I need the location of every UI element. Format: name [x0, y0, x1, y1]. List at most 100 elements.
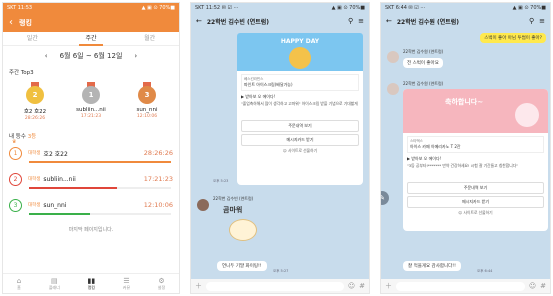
medal-icon: 3	[138, 86, 156, 104]
chat-title: 22학번 김수원 (연트럼)	[396, 18, 460, 26]
gift-character-icon	[289, 47, 311, 69]
chat-input-bar: ＋ ☺ #	[191, 279, 369, 293]
chat-title: 22학번 김수빈 (연트럼)	[206, 18, 270, 26]
study-time: 17:21:23	[143, 175, 173, 183]
status-right: ▲ ▣ ⊙ 70%■	[512, 5, 546, 11]
range-label: 6월 6일 ~ 6월 12일	[59, 52, 123, 60]
list-item[interactable]: ♛ 1 대학생 호2 호22 28:26:26	[3, 139, 179, 166]
study-time: 12:10:06	[143, 201, 173, 209]
sender-name: 22학번 김수빈 (연트럼)	[213, 196, 254, 201]
message-bubble[interactable]: 스벅이 좋아 아님 투썸이 좋아?	[480, 33, 546, 43]
medal-bronze: 3 sun_nni 12:10:06	[122, 82, 172, 128]
nav-home[interactable]: ⌂ 홈	[17, 277, 21, 291]
order-history-button[interactable]: 주문내역 보기	[407, 182, 544, 194]
rank-list: ♛ 1 대학생 호2 호22 28:26:26 2 대학생 subliin...…	[3, 139, 179, 218]
sticker-image: 곰마워	[215, 205, 275, 257]
nav-label: 홈	[17, 284, 21, 290]
nav-community[interactable]: ☰ 커뮤	[123, 277, 130, 291]
product-box: 베스킨라빈스 파인트 아이스크림(배달가능)	[241, 74, 359, 91]
nav-label: 플래너	[48, 284, 60, 290]
user-badge: 대학생	[28, 203, 41, 208]
hash-icon[interactable]: #	[359, 282, 365, 290]
status-bar: SKT 11:52 ✉ ☑ ··· ▲ ▣ ⊙ 70%■	[191, 3, 369, 13]
chat-header: ← 22학번 김수빈 (연트럼) ⚲ ≡	[191, 13, 369, 29]
gift-back-link[interactable]: ☺ 사이트로 선물하기	[237, 148, 363, 154]
gift-banner: 축하합니다~	[403, 89, 548, 133]
rabbit-sticker-icon	[515, 103, 539, 127]
medal-name: sun_nni	[136, 107, 158, 113]
progress-fill	[29, 161, 171, 163]
search-icon[interactable]: ⚲	[348, 17, 353, 25]
message-input[interactable]	[206, 281, 344, 291]
product-box: 스타벅스 아이스 카페 아메리카노 T 2잔	[407, 136, 544, 153]
chat-input-bar: ＋ ☺ #	[381, 279, 550, 293]
app-header: ‹ 랭킹	[3, 13, 179, 32]
nav-settings[interactable]: ⚙ 설정	[158, 277, 165, 291]
message-bubble[interactable]: 잘 먹을게요 감사합니다!!	[403, 261, 461, 271]
study-time: 28:26:26	[143, 149, 173, 157]
gift-card[interactable]: HAPPY DAY 베스킨라빈스 파인트 아이스크림(배달가능) ▶ 받아보 오…	[237, 33, 363, 185]
progress-bar	[29, 213, 171, 215]
plus-icon[interactable]: ＋	[385, 281, 392, 291]
avatar[interactable]	[387, 51, 399, 63]
next-week-icon[interactable]: ›	[134, 52, 137, 60]
community-icon: ☰	[123, 276, 130, 285]
prev-week-icon[interactable]: ‹	[45, 52, 48, 60]
sender-name: 22학번 김수원 (연트럼)	[403, 49, 444, 54]
page-title: 랭킹	[19, 18, 32, 27]
date-range: ‹ 6월 6일 ~ 6월 12일 ›	[3, 46, 179, 66]
message-bubble[interactable]: 전 스벅이 좋아요	[403, 58, 443, 68]
message-card-button[interactable]: 메시지카드 받기	[241, 134, 359, 146]
list-item[interactable]: 2 대학생 subliin...nii 17:21:23	[3, 166, 179, 192]
ranking-icon: ▮▮	[87, 276, 96, 285]
emoji-icon[interactable]: ☺	[348, 282, 355, 290]
medal-name: subliin...nii	[76, 107, 106, 113]
medal-icon: 1	[82, 86, 100, 104]
message-time: 오후 5:27	[273, 269, 289, 273]
back-arrow-icon[interactable]: ←	[196, 17, 202, 25]
hash-icon[interactable]: #	[540, 282, 546, 290]
gift-back-link[interactable]: ☺ 사이트로 선물하기	[403, 210, 548, 216]
gift-card[interactable]: 축하합니다~ 스타벅스 아이스 카페 아메리카노 T 2잔 ▶ 받아보 오 에이…	[403, 89, 548, 231]
tab-weekly[interactable]: 주간	[79, 32, 103, 46]
nav-ranking[interactable]: ▮▮ 랭킹	[87, 277, 95, 291]
nav-planner[interactable]: ▤ 플래너	[49, 277, 60, 291]
chevron-left-icon[interactable]: ‹	[9, 17, 13, 28]
tab-monthly[interactable]: 월간	[138, 32, 161, 46]
avatar[interactable]	[197, 199, 209, 211]
chat-screen-1: SKT 11:52 ✉ ☑ ··· ▲ ▣ ⊙ 70%■ ← 22학번 김수빈 …	[190, 2, 370, 294]
avatar[interactable]	[387, 83, 399, 95]
nav-label: 설정	[157, 284, 166, 290]
end-of-list: 마지막 페이지입니다.	[68, 227, 114, 233]
plus-icon[interactable]: ＋	[195, 281, 202, 291]
order-history-button[interactable]: 주문내역 보기	[241, 120, 359, 132]
top3-title: 주간 Top3	[9, 70, 34, 76]
chat-header: ← 22학번 김수원 (연트럼) ⚲ ≡	[381, 13, 550, 29]
menu-icon[interactable]: ≡	[358, 17, 364, 25]
message-input[interactable]	[396, 281, 525, 291]
status-right: ▲ ▣ ⊙ 70%■	[331, 5, 365, 11]
message-card-button[interactable]: 메시지카드 받기	[407, 196, 544, 208]
medal-name: 호2 호22	[23, 109, 47, 115]
tab-daily[interactable]: 일간	[21, 32, 44, 46]
rank-number: 3	[9, 198, 22, 212]
back-arrow-icon[interactable]: ←	[386, 17, 392, 25]
user-badge: 대학생	[28, 151, 41, 156]
product-name: 파인트 아이스크림(배달가능)	[244, 82, 293, 87]
home-icon: ⌂	[16, 276, 22, 285]
status-left: SKT 11:52 ✉ ☑ ···	[195, 5, 239, 11]
emoji-icon[interactable]: ☺	[529, 282, 536, 290]
status-right: ▲ ▣ ⊙ 70%■	[141, 5, 175, 11]
search-icon[interactable]: ⚲	[529, 17, 534, 25]
nav-label: 랭킹	[87, 284, 96, 290]
bear-sticker-icon	[229, 219, 257, 241]
menu-icon[interactable]: ≡	[539, 17, 545, 25]
bottom-nav: ⌂ 홈 ▤ 플래너 ▮▮ 랭킹 ☰ 커뮤 ⚙ 설정	[3, 273, 179, 293]
list-item[interactable]: 3 대학생 sun_nni 12:10:06	[3, 192, 179, 218]
medal-time: 12:10:06	[136, 114, 158, 119]
pencil-icon[interactable]: ✎	[381, 191, 389, 205]
rank-number: 1	[9, 146, 22, 160]
user-name: 호2 호22	[43, 150, 68, 158]
banner-text: HAPPY DAY	[280, 38, 320, 45]
message-bubble[interactable]: 언니두 기말 화이팅!!	[217, 261, 267, 271]
